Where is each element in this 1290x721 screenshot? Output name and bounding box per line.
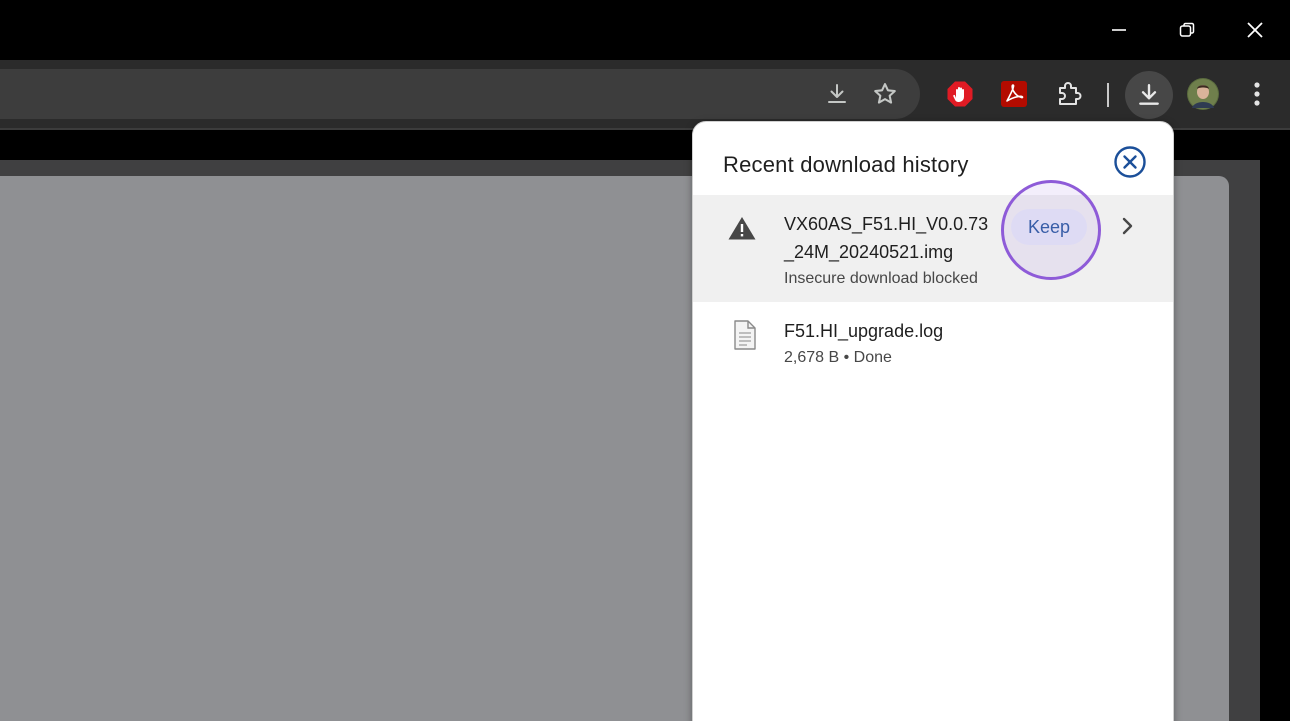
bookmark-star-icon [874, 83, 896, 104]
bookmark-button[interactable] [863, 72, 907, 116]
downloads-button-icon [1139, 84, 1159, 105]
profile-avatar [1187, 78, 1219, 110]
close-circle-icon [1114, 146, 1146, 178]
restore-icon [1179, 22, 1195, 37]
extensions-button[interactable] [1047, 72, 1091, 116]
browser-toolbar [0, 60, 1290, 130]
highlight-circle [1001, 180, 1101, 280]
download-bubble: Recent download history VX60AS_F51.HI_V0… [692, 121, 1174, 721]
downloads-button[interactable] [1125, 71, 1173, 119]
restore-button[interactable] [1153, 0, 1221, 60]
pdf-extension-icon [1001, 81, 1027, 107]
close-icon [1247, 22, 1263, 38]
minimize-icon [1112, 29, 1126, 31]
warning-icon [728, 217, 756, 240]
minimize-button[interactable] [1085, 0, 1153, 60]
download-status: 2,678 B • Done [784, 349, 892, 366]
item-details-button[interactable] [1117, 215, 1137, 237]
file-name-line2: _24M_20240521.img [784, 242, 954, 262]
more-menu-button[interactable] [1235, 72, 1279, 116]
title-bar [0, 0, 1290, 60]
toolbar-separator [1107, 83, 1109, 107]
download-item-done[interactable]: F51.HI_upgrade.log 2,678 B • Done [693, 302, 1173, 374]
file-name: F51.HI_upgrade.log [784, 321, 944, 341]
adblock-extension-button[interactable] [938, 72, 982, 116]
more-menu-icon [1254, 82, 1260, 106]
puzzle-extensions-icon [1059, 82, 1082, 105]
close-window-button[interactable] [1221, 0, 1289, 60]
file-name-line1: VX60AS_F51.HI_V0.0.73 [784, 214, 989, 234]
download-status: Insecure download blocked [784, 270, 978, 287]
hand-stop-extension-icon [947, 81, 973, 107]
profile-button[interactable] [1181, 72, 1225, 116]
address-bar[interactable] [0, 69, 920, 119]
close-bubble-button[interactable] [1112, 144, 1148, 180]
file-icon [734, 320, 756, 350]
pdf-extension-button[interactable] [992, 72, 1036, 116]
download-bubble-title: Recent download history [723, 152, 969, 177]
download-item-blocked[interactable]: VX60AS_F51.HI_V0.0.73 _24M_20240521.img … [693, 195, 1173, 302]
chevron-right-icon [1122, 217, 1133, 235]
download-icon [828, 84, 846, 103]
install-download-button[interactable] [815, 72, 859, 116]
